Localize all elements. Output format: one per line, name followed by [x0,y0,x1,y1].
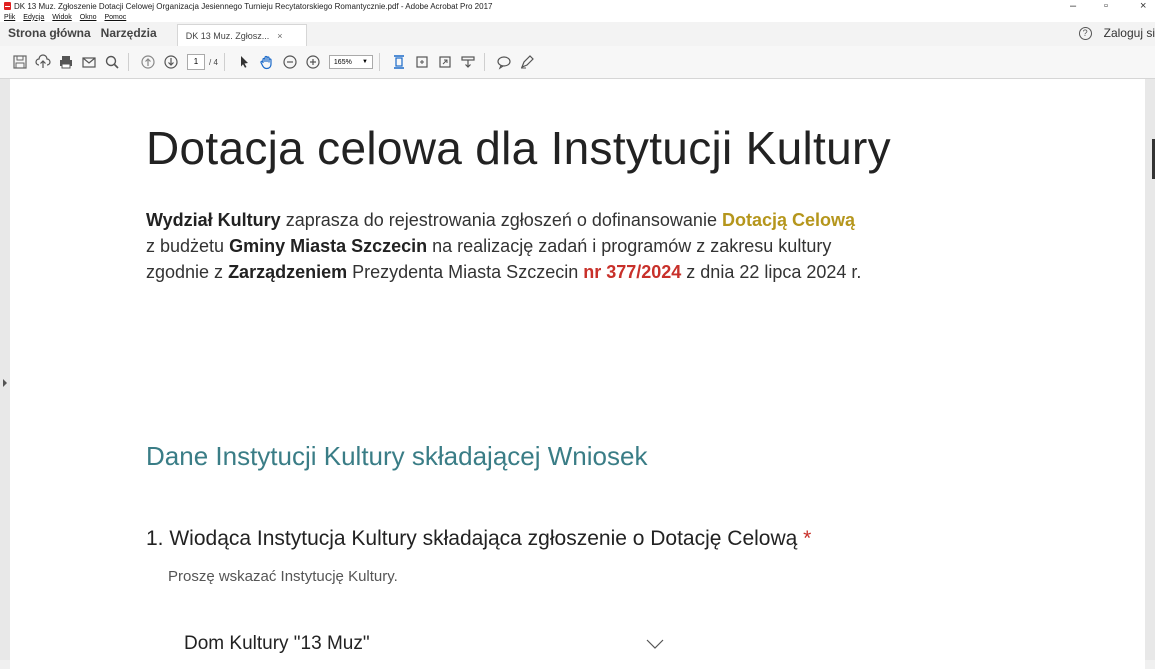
page-number-input[interactable]: 1 [187,54,205,70]
search-icon[interactable] [102,52,122,72]
question-text: 1. Wiodąca Instytucja Kultury składająca… [146,527,798,550]
intro-bold-city: Gminy Miasta Szczecin [229,236,428,256]
menu-view[interactable]: Widok [52,14,71,21]
fit-page-icon[interactable] [389,52,409,72]
tab-bar: Strona główna Narzędzia DK 13 Muz. Zgłos… [0,22,1155,47]
toolbar-separator [483,53,485,71]
comment-icon[interactable] [494,52,514,72]
intro-paragraph: Wydział Kultury zaprasza do rejestrowani… [146,207,1026,285]
pdf-page: Dotacja celowa dla Instytucji Kultury Wy… [10,79,1145,669]
close-window-button[interactable]: × [1140,0,1146,12]
mail-icon[interactable] [79,52,99,72]
close-tab-icon[interactable]: × [277,31,282,41]
menu-window[interactable]: Okno [80,14,97,21]
help-icon[interactable]: ? [1078,26,1092,40]
tab-home[interactable]: Strona główna [0,26,97,46]
login-button[interactable]: Zaloguj si [1104,26,1155,40]
chevron-down-icon [646,639,664,649]
question-label: 1. Wiodąca Instytucja Kultury składająca… [146,527,811,551]
question-hint: Proszę wskazać Instytucję Kultury. [168,568,398,585]
window-title: DK 13 Muz. Zgłoszenie Dotacji Celowej Or… [14,1,493,11]
menu-bar: Plik Edycja Widok Okno Pomoc [0,12,1155,22]
tab-tools[interactable]: Narzędzia [97,26,163,46]
intro-highlight-gold: Dotacją Celową [721,210,855,230]
document-heading: Dotacja celowa dla Instytucji Kultury [146,122,891,174]
intro-bold-regulation: Zarządzeniem [228,262,348,282]
intro-text: na realizację zadań i programów z zakres… [427,236,832,256]
full-screen-icon[interactable] [435,52,455,72]
menu-help[interactable]: Pomoc [104,14,126,21]
scrolling-mode-icon[interactable] [412,52,432,72]
zoom-dropdown[interactable]: 165% ▼ [328,55,373,69]
read-mode-icon[interactable] [458,52,478,72]
intro-text: zaprasza do rejestrowania zgłoszeń o dof… [280,210,722,230]
highlight-pen-icon[interactable] [517,52,537,72]
minimize-button[interactable]: – [1070,0,1076,12]
document-viewport[interactable]: Dotacja celowa dla Instytucji Kultury Wy… [0,79,1155,669]
account-area: ? Zaloguj si [1078,26,1155,40]
menu-file[interactable]: Plik [4,14,15,21]
previous-page-icon[interactable] [138,52,158,72]
intro-highlight-red: nr 377/2024 [583,262,682,282]
zoom-in-icon[interactable] [303,52,323,72]
toolbar-separator [128,53,129,71]
required-mark: * [803,527,812,550]
zoom-value: 165% [333,58,352,66]
title-bar: DK 13 Muz. Zgłoszenie Dotacji Celowej Or… [0,0,1155,12]
print-icon[interactable] [56,52,76,72]
intro-text: z dnia 22 lipca 2024 r. [681,262,862,282]
intro-text: zgodnie z [146,262,229,282]
intro-text: z budżetu [146,236,230,256]
intro-bold-dept: Wydział Kultury [146,210,281,230]
expand-panel-arrow-icon[interactable] [3,379,7,387]
save-icon[interactable] [10,52,30,72]
menu-edit[interactable]: Edycja [23,14,44,21]
maximize-button[interactable]: ▫ [1104,0,1108,12]
select-cursor-icon[interactable] [234,52,254,72]
tab-document[interactable]: DK 13 Muz. Zgłosz... × [176,24,307,46]
toolbar-separator [223,53,225,71]
chevron-down-icon: ▼ [361,59,368,65]
pdf-icon [4,2,11,10]
next-page-icon[interactable] [161,52,181,72]
tab-document-label: DK 13 Muz. Zgłosz... [185,30,270,41]
section-title: Dane Instytucji Kultury składającej Wnio… [146,441,648,471]
intro-text: Prezydenta Miasta Szczecin [347,262,584,282]
page-total: / 4 [209,57,218,67]
institution-select[interactable]: Dom Kultury "13 Muz" [184,627,664,661]
selected-value: Dom Kultury "13 Muz" [184,633,370,654]
upload-icon[interactable] [33,52,53,72]
hand-tool-icon[interactable] [257,52,277,72]
zoom-out-icon[interactable] [280,52,300,72]
toolbar: 1 / 4 165% ▼ [0,46,1155,79]
toolbar-separator [378,53,380,71]
